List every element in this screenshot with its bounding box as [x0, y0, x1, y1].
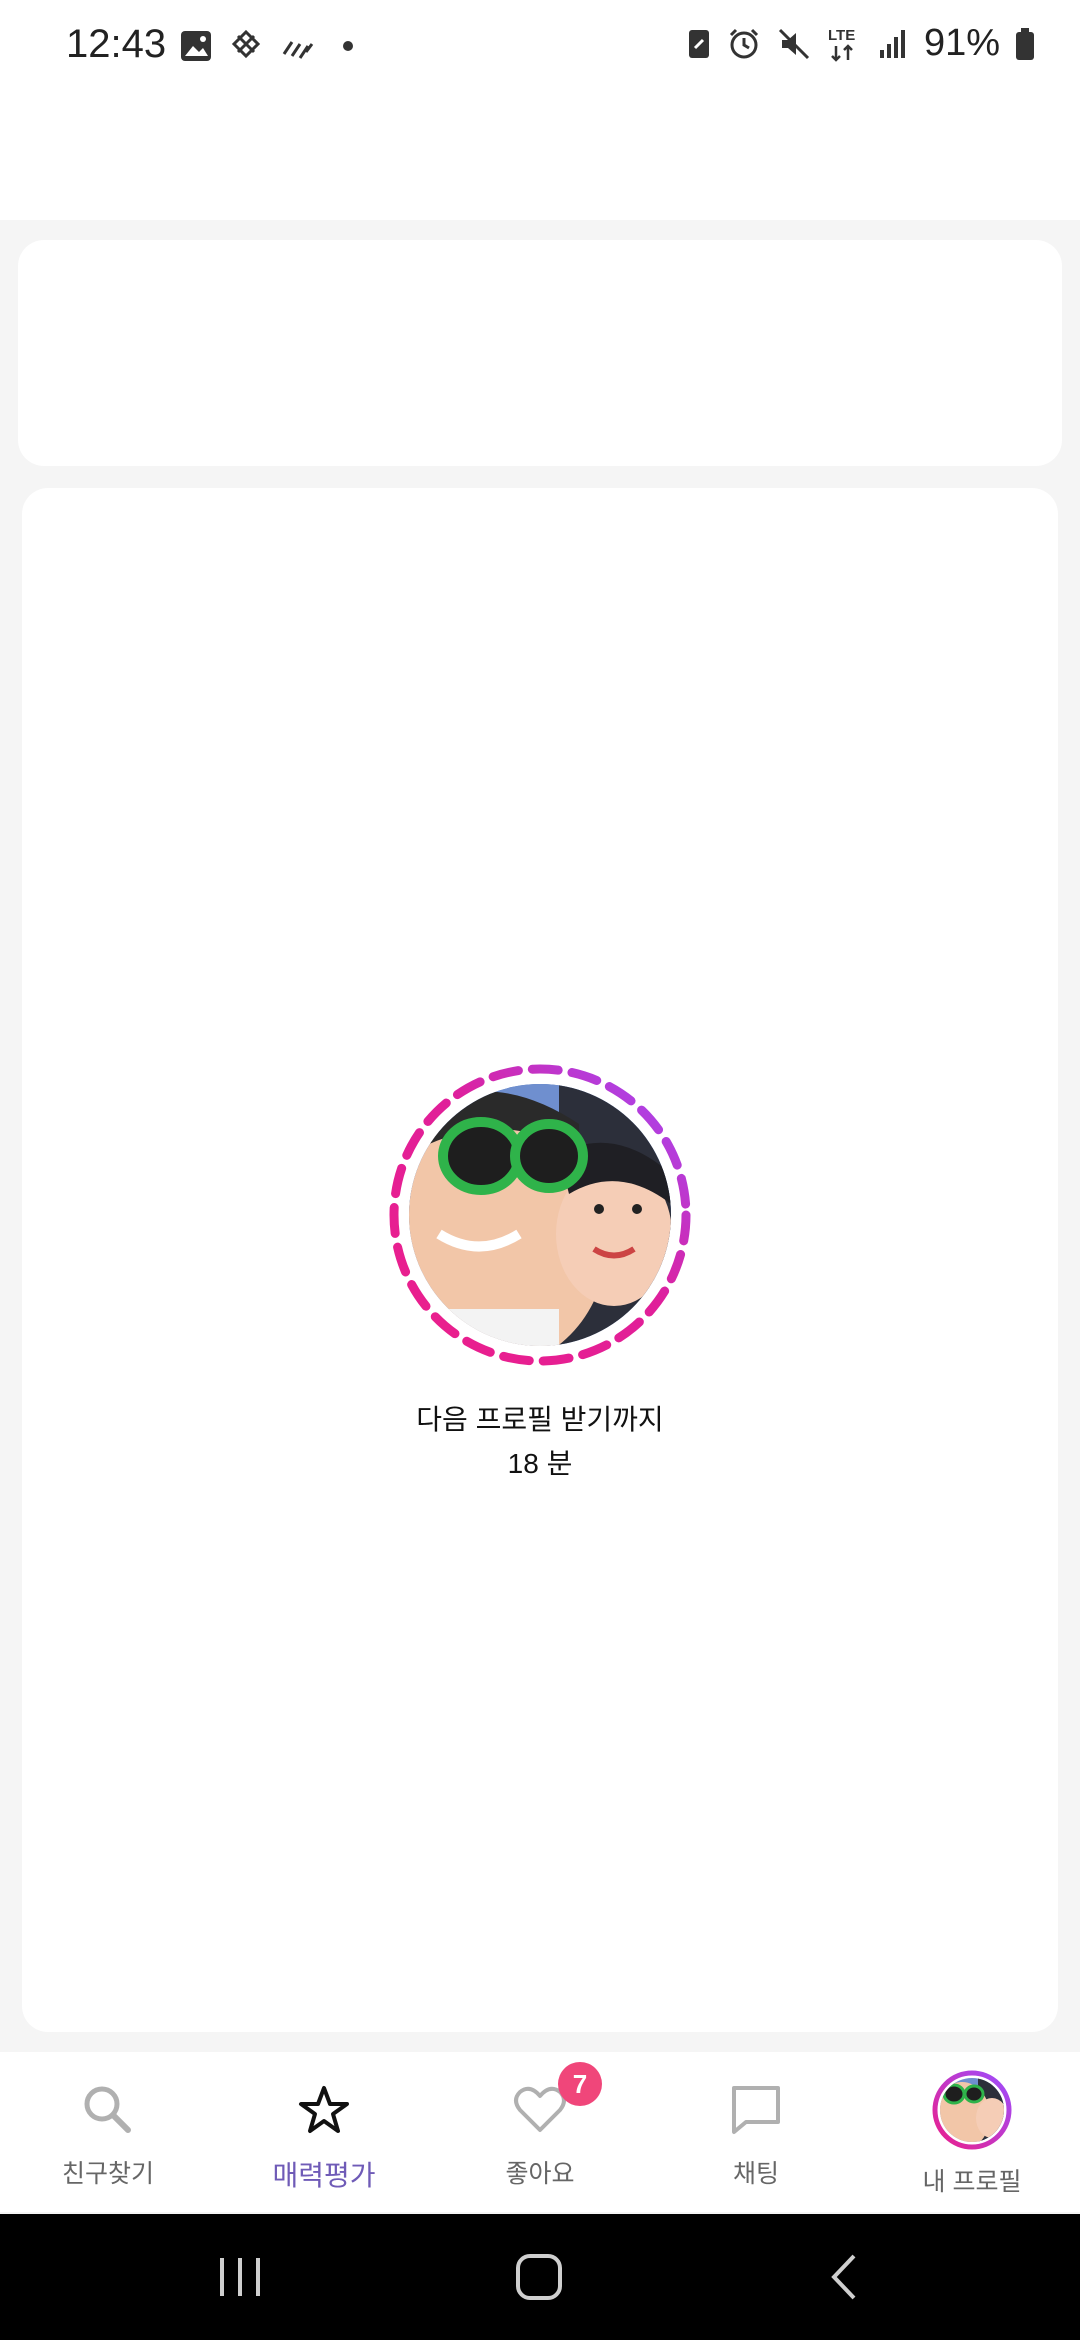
battery-percentage: 91% — [923, 22, 1000, 64]
top-header — [0, 96, 1080, 220]
status-time: 12:43 — [66, 22, 167, 66]
mute-icon — [778, 28, 809, 59]
battery-saver-icon — [688, 29, 709, 58]
wait-minutes: 18 분 — [507, 1448, 573, 1479]
wait-message: 다음 프로필 받기까지 — [416, 1404, 664, 1435]
recent-apps-icon[interactable] — [210, 2254, 270, 2300]
signal-icon — [879, 29, 905, 58]
battery-icon — [1016, 27, 1034, 60]
image-icon — [181, 31, 211, 61]
star-icon — [299, 2086, 349, 2133]
nav-label-find-friends: 친구찾기 — [61, 2160, 154, 2188]
avatar-photo — [409, 1084, 671, 1346]
nav-label-my-profile: 내 프로필 — [922, 2168, 1022, 2196]
nav-item-my-profile[interactable]: 내 프로필 — [864, 2052, 1080, 2212]
status-right-icons: LTE 91% — [686, 22, 1036, 65]
profile-avatar-icon — [932, 2070, 1012, 2150]
home-icon[interactable] — [512, 2252, 568, 2302]
nav-label-likes: 좋아요 — [505, 2160, 575, 2188]
search-icon — [84, 2086, 131, 2133]
nav-item-likes[interactable]: 7 좋아요 — [432, 2052, 648, 2212]
likes-count-badge: 7 — [558, 2062, 602, 2106]
system-navigation-bar — [0, 2214, 1080, 2340]
alarm-icon — [729, 28, 758, 58]
nav-label-chat: 채팅 — [732, 2160, 779, 2188]
nav-item-attractiveness-rating[interactable]: 매력평가 — [216, 2052, 432, 2212]
chat-icon — [732, 2086, 780, 2134]
next-profile-avatar — [385, 1060, 695, 1370]
nav-item-find-friends[interactable]: 친구찾기 — [0, 2052, 216, 2212]
rain-icon — [282, 41, 314, 59]
status-left-icons — [178, 28, 366, 64]
back-icon[interactable] — [820, 2252, 870, 2302]
banner-card — [18, 240, 1062, 466]
lte-icon: LTE — [828, 27, 855, 62]
svg-text:LTE: LTE — [828, 27, 855, 44]
pinwheel-icon — [231, 29, 261, 59]
bottom-navigation: 친구찾기 매력평가 7 좋아요 채팅 내 프로필 — [0, 2052, 1080, 2212]
nav-item-chat[interactable]: 채팅 — [648, 2052, 864, 2212]
nav-label-attractiveness-rating: 매력평가 — [272, 2160, 376, 2191]
dot-icon — [343, 41, 353, 51]
status-bar: 12:43 LTE 91% — [0, 0, 1080, 96]
